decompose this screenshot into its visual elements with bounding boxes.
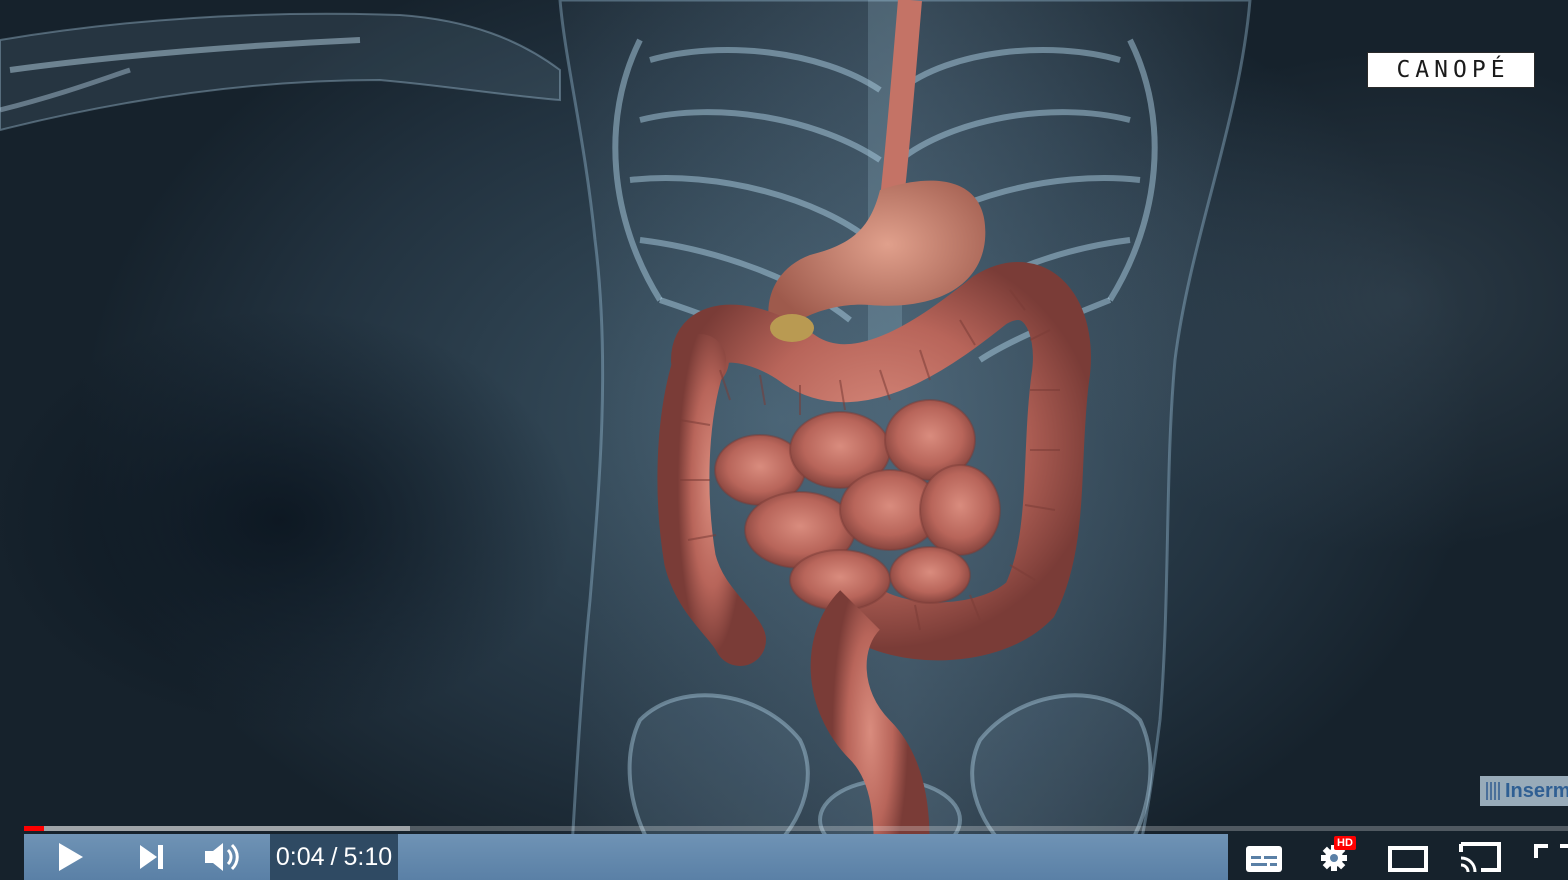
video-frame-anatomy [0, 0, 1252, 880]
canope-logo-text: CANOPÉ [1396, 57, 1510, 83]
cast-icon [1459, 842, 1501, 873]
miniplayer-icon [1388, 846, 1428, 872]
subtitles-icon [1246, 846, 1282, 872]
volume-icon [205, 843, 239, 871]
next-icon [140, 845, 163, 869]
next-button[interactable] [130, 834, 174, 880]
inserm-logo-text: Inserm [1505, 779, 1568, 802]
progress-played [24, 826, 45, 831]
player-controls: 0:04 / 5:10 HD [24, 834, 1568, 880]
fullscreen-icon [1534, 844, 1568, 858]
mute-button[interactable] [200, 834, 244, 880]
miniplayer-button[interactable] [1386, 834, 1430, 880]
progress-bar[interactable] [24, 826, 1568, 831]
settings-button[interactable]: HD [1312, 834, 1356, 880]
progress-loaded [24, 826, 410, 831]
inserm-logo: Inserm [1480, 776, 1568, 806]
current-time: 0:04 [275, 842, 325, 871]
play-button[interactable] [48, 834, 92, 880]
subtitles-button[interactable] [1242, 834, 1286, 880]
cast-button[interactable] [1458, 834, 1502, 880]
play-icon [59, 843, 83, 871]
video-player[interactable]: CANOPÉ Inserm [0, 0, 1568, 880]
fullscreen-button[interactable] [1528, 834, 1568, 880]
hd-badge: HD [1334, 836, 1356, 850]
duration: 5:10 [343, 842, 393, 871]
time-display: 0:04 / 5:10 [270, 834, 398, 880]
time-separator: / [330, 842, 338, 871]
canope-logo: CANOPÉ [1367, 52, 1535, 88]
inserm-mark-icon [1486, 782, 1500, 800]
